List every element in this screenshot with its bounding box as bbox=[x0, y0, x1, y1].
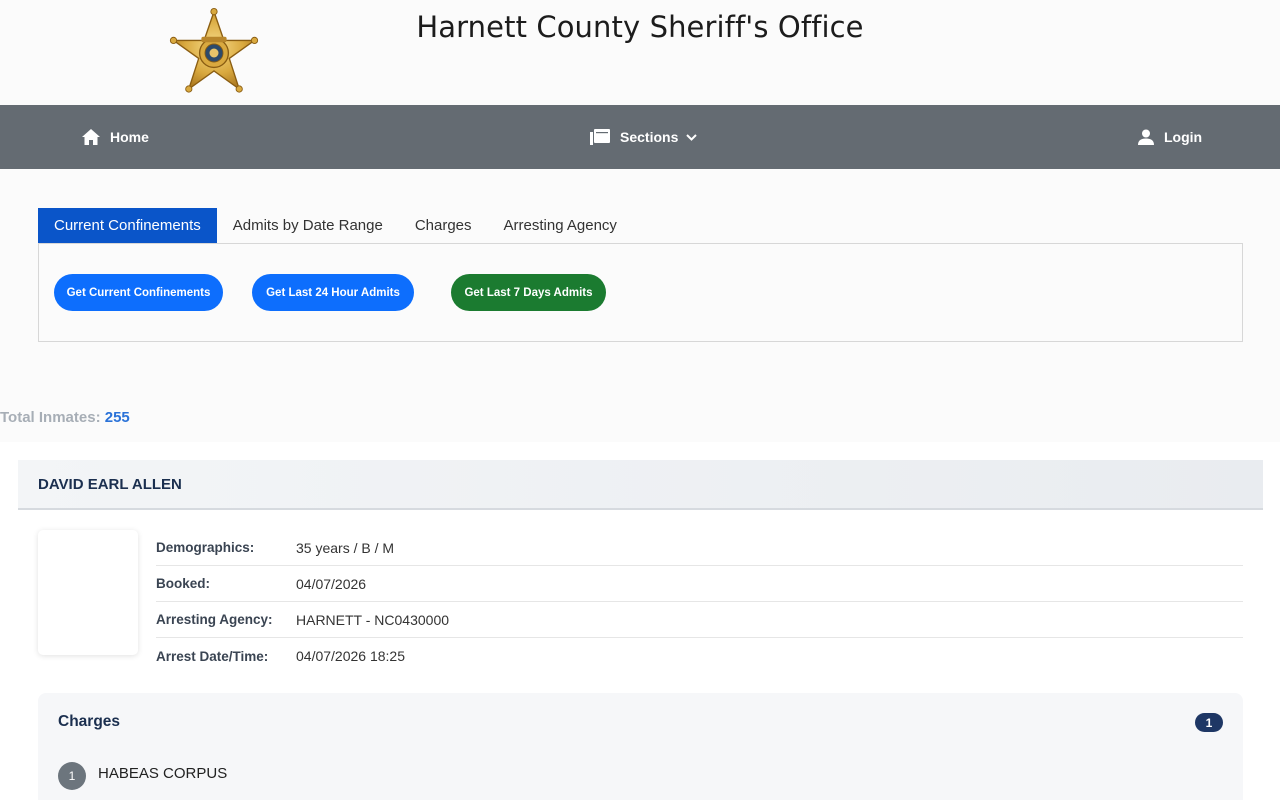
folders-icon bbox=[590, 129, 610, 145]
user-icon bbox=[1138, 129, 1154, 145]
tab-arresting-agency[interactable]: Arresting Agency bbox=[488, 208, 633, 243]
site-title: Harnett County Sheriff's Office bbox=[416, 10, 864, 44]
detail-label: Booked: bbox=[156, 576, 210, 591]
tab-current-confinements[interactable]: Current Confinements bbox=[38, 208, 217, 243]
charge-description: HABEAS CORPUS bbox=[98, 764, 228, 782]
charge-number-badge: 1 bbox=[58, 762, 86, 790]
nav-home[interactable]: Home bbox=[82, 105, 149, 169]
detail-label: Arresting Agency: bbox=[156, 612, 273, 627]
detail-row-demographics: Demographics: 35 years / B / M bbox=[156, 530, 1243, 566]
detail-label: Demographics: bbox=[156, 540, 255, 555]
detail-value: HARNETT - NC0430000 bbox=[296, 611, 450, 628]
charges-count-badge: 1 bbox=[1195, 713, 1223, 732]
nav-login[interactable]: Login bbox=[1138, 105, 1202, 169]
tab-admits-by-date-range[interactable]: Admits by Date Range bbox=[217, 208, 399, 243]
detail-label: Arrest Date/Time: bbox=[156, 648, 269, 664]
inmate-name: DAVID EARL ALLEN bbox=[18, 460, 1263, 510]
inmate-photo bbox=[38, 530, 138, 655]
detail-row-booked: Booked: 04/07/2026 bbox=[156, 566, 1243, 602]
charges-title: Charges bbox=[58, 713, 121, 730]
nav-login-label: Login bbox=[1164, 129, 1203, 145]
get-last-24-hour-admits-button[interactable]: Get Last 24 Hour Admits bbox=[252, 274, 414, 311]
list-item: 1 HABEAS CORPUS bbox=[58, 759, 228, 790]
inmate-card: DAVID EARL ALLEN Demographics: 35 years … bbox=[0, 442, 1280, 800]
nav-sections-dropdown[interactable]: Sections bbox=[590, 105, 698, 169]
detail-value: 35 years / B / M bbox=[296, 539, 395, 556]
get-last-7-days-admits-button[interactable]: Get Last 7 Days Admits bbox=[451, 274, 606, 311]
tab-panel-current-confinements: Get Current Confinements Get Last 24 Hou… bbox=[38, 243, 1243, 342]
detail-row-arrest-datetime: Arrest Date/Time: 04/07/2026 18:25 bbox=[156, 638, 1243, 674]
tab-charges[interactable]: Charges bbox=[399, 208, 488, 243]
detail-value: 04/07/2026 bbox=[296, 575, 367, 592]
detail-value: 04/07/2026 18:25 bbox=[296, 648, 405, 664]
charges-panel: Charges 1 1 HABEAS CORPUS bbox=[38, 693, 1243, 800]
chevron-down-icon bbox=[686, 133, 698, 141]
nav-home-label: Home bbox=[110, 129, 149, 145]
detail-row-arresting-agency: Arresting Agency: HARNETT - NC0430000 bbox=[156, 602, 1243, 638]
site-header: Harnett County Sheriff's Office bbox=[0, 0, 1280, 105]
total-inmates-count: 255 bbox=[104, 409, 130, 426]
nav-sections-label: Sections bbox=[620, 129, 679, 145]
home-icon bbox=[82, 129, 100, 145]
main-navbar: Home Sections Login bbox=[0, 105, 1280, 169]
total-inmates: Total Inmates: 255 bbox=[0, 409, 130, 426]
report-tabs: Current Confinements Admits by Date Rang… bbox=[38, 208, 633, 243]
get-current-confinements-button[interactable]: Get Current Confinements bbox=[54, 274, 223, 311]
total-inmates-label: Total Inmates: bbox=[0, 409, 101, 426]
inmate-details: Demographics: 35 years / B / M Booked: 0… bbox=[156, 530, 1243, 674]
